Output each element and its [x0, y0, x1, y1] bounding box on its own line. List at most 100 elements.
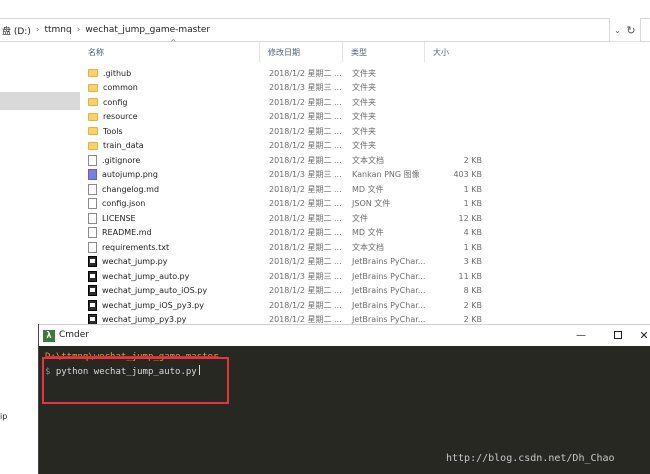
file-name-cell: resource: [88, 112, 138, 121]
breadcrumb[interactable]: 盘 (D:) › ttmnq › wechat_jump_game-master: [0, 18, 610, 42]
file-name: wechat_jump_py3.py: [102, 315, 187, 325]
column-header-date[interactable]: 修改日期: [260, 42, 343, 62]
folder-icon: [88, 83, 98, 92]
file-size: 3 KB: [463, 257, 482, 267]
folder-icon: [88, 141, 98, 150]
file-size: 8 KB: [463, 286, 482, 296]
file-type: 文件夹: [352, 126, 376, 136]
python-file-icon: [88, 256, 97, 268]
file-date: 2018/1/2 星期二 ...: [269, 68, 342, 78]
file-name-cell: autojump.png: [88, 169, 158, 181]
file-type: 文本文档: [352, 242, 384, 252]
file-size: 2 KB: [463, 155, 482, 165]
file-row[interactable]: Tools 2018/1/2 星期二 ... 文件夹: [80, 124, 490, 139]
column-header-name-label: 名称: [88, 47, 104, 57]
file-name: config.json: [102, 199, 146, 209]
address-bar[interactable]: 盘 (D:) › ttmnq › wechat_jump_game-master…: [0, 18, 650, 42]
file-row[interactable]: README.md 2018/1/2 星期二 ... MD 文件 4 KB: [80, 226, 490, 241]
file-icon: [88, 212, 97, 224]
python-file-icon: [88, 299, 97, 311]
maximize-icon[interactable]: [611, 328, 625, 342]
file-name-cell: .github: [88, 69, 131, 78]
chevron-down-icon[interactable]: ⌄: [612, 18, 623, 42]
file-date: 2018/1/2 星期二 ...: [269, 126, 342, 136]
file-name-cell: LICENSE: [88, 212, 136, 224]
text-file-icon: [88, 154, 97, 166]
file-icon: [88, 227, 97, 239]
file-row[interactable]: resource 2018/1/2 星期二 ... 文件夹: [80, 110, 490, 125]
cmder-titlebar[interactable]: λ Cmder — ✕: [39, 324, 650, 346]
file-row[interactable]: requirements.txt 2018/1/2 星期二 ... 文本文档 1 KB: [80, 240, 490, 255]
file-row[interactable]: changelog.md 2018/1/2 星期二 ... MD 文件 1 KB: [80, 182, 490, 197]
file-date: 2018/1/2 星期二 ...: [269, 199, 342, 209]
file-row[interactable]: wechat_jump_iOS_py3.py 2018/1/2 星期二 ... Je…: [80, 298, 490, 313]
file-row[interactable]: wechat_jump.py 2018/1/2 星期二 ... JetBrains …: [80, 255, 490, 270]
file-name: changelog.md: [102, 184, 160, 194]
file-name: resource: [103, 112, 138, 122]
file-name: wechat_jump_auto.py: [102, 271, 190, 281]
file-type: MD 文件: [352, 184, 384, 194]
file-name: autojump.png: [102, 170, 158, 180]
file-date: 2018/1/2 星期二 ...: [269, 155, 342, 165]
file-type: 文件夹: [352, 97, 376, 107]
file-row[interactable]: train_data 2018/1/2 星期二 ... 文件夹: [80, 139, 490, 154]
chevron-right-icon: ›: [76, 25, 81, 35]
file-row[interactable]: .gitignore 2018/1/2 星期二 ... 文本文档 2 KB: [80, 153, 490, 168]
column-header-type[interactable]: 类型: [343, 42, 425, 62]
file-size: 1 KB: [463, 242, 482, 252]
file-row[interactable]: .github 2018/1/2 星期二 ... 文件夹: [80, 66, 490, 81]
file-size: 12 KB: [458, 213, 482, 223]
text-file-icon: [88, 241, 97, 253]
file-date: 2018/1/2 星期二 ...: [269, 184, 342, 194]
file-date: 2018/1/2 星期二 ...: [269, 286, 342, 296]
file-size: 2 KB: [463, 315, 482, 325]
file-date: 2018/1/2 星期二 ...: [269, 112, 342, 122]
file-name-cell: changelog.md: [88, 183, 160, 195]
breadcrumb-ttmnq[interactable]: ttmnq: [44, 25, 71, 35]
breadcrumb-drive[interactable]: 盘 (D:): [2, 24, 31, 37]
file-name-cell: .gitignore: [88, 154, 141, 166]
png-file-icon: [88, 169, 97, 181]
file-size: 2 KB: [463, 300, 482, 310]
file-name: requirements.txt: [102, 242, 170, 252]
nav-item-label: ip: [0, 412, 8, 421]
refresh-icon[interactable]: ↻: [624, 18, 638, 42]
folder-icon: [88, 112, 98, 121]
minimize-icon[interactable]: —: [574, 328, 588, 342]
file-row[interactable]: LICENSE 2018/1/2 星期二 ... 文件 12 KB: [80, 211, 490, 226]
file-size: 1 KB: [463, 199, 482, 209]
file-type: JSON 文件: [352, 199, 391, 209]
file-row[interactable]: wechat_jump_auto_iOS.py 2018/1/2 星期二 ... J…: [80, 284, 490, 299]
file-row[interactable]: config.json 2018/1/2 星期二 ... JSON 文件 1 KB: [80, 197, 490, 212]
file-size: 11 KB: [458, 271, 482, 281]
close-icon[interactable]: ✕: [637, 328, 650, 342]
file-name-cell: wechat_jump_iOS_py3.py: [88, 299, 204, 311]
file-row[interactable]: autojump.png 2018/1/3 星期三 ... Kankan PNG 图…: [80, 168, 490, 183]
file-size: 403 KB: [453, 170, 482, 180]
file-date: 2018/1/2 星期二 ...: [269, 300, 342, 310]
column-header-name[interactable]: 名称 ^: [80, 38, 260, 62]
file-row[interactable]: config 2018/1/2 星期二 ... 文件夹: [80, 95, 490, 110]
file-type: JetBrains PyChar...: [352, 315, 426, 325]
file-date: 2018/1/3 星期三 ...: [269, 170, 342, 180]
file-type: JetBrains PyChar...: [352, 286, 426, 296]
file-date: 2018/1/2 星期二 ...: [269, 257, 342, 267]
file-row[interactable]: common 2018/1/3 星期三 ... 文件夹: [80, 81, 490, 96]
window-title: Cmder: [59, 330, 90, 340]
chevron-right-icon: ›: [35, 25, 40, 35]
file-name: .gitignore: [102, 155, 141, 165]
file-row[interactable]: wechat_jump_auto.py 2018/1/3 星期三 ... JetBr…: [80, 269, 490, 284]
search-input[interactable]: [640, 18, 650, 42]
folder-icon: [88, 127, 98, 136]
watermark: http://blog.csdn.net/Dh_Chao: [446, 453, 615, 464]
column-header-size[interactable]: 大小: [425, 42, 490, 62]
breadcrumb-project[interactable]: wechat_jump_game-master: [85, 25, 210, 35]
file-size: 4 KB: [463, 228, 482, 238]
file-date: 2018/1/2 星期二 ...: [269, 242, 342, 252]
nav-selected-item[interactable]: [0, 92, 80, 110]
file-date: 2018/1/2 星期二 ...: [269, 141, 342, 151]
file-name: train_data: [103, 141, 144, 151]
file-date: 2018/1/2 星期二 ...: [269, 97, 342, 107]
sort-up-icon: ^: [170, 38, 177, 47]
file-type: 文件夹: [352, 112, 376, 122]
